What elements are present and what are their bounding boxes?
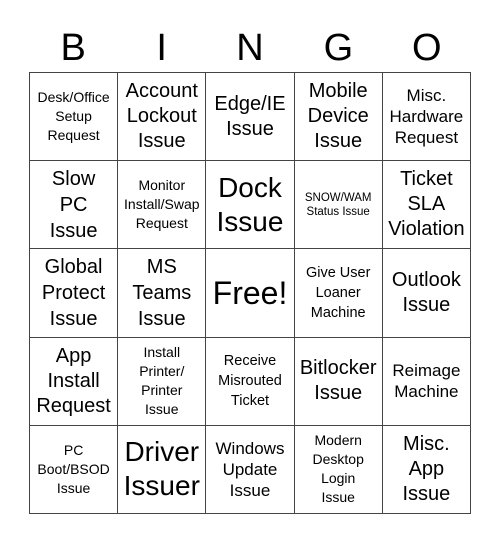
bingo-cell-label: Misc. App Issue bbox=[402, 432, 451, 505]
bingo-cell-label: Windows Update Issue bbox=[215, 438, 285, 500]
header-letter-o: O bbox=[412, 27, 442, 69]
bingo-cell-label: PC Boot/BSOD Issue bbox=[37, 441, 110, 496]
bingo-cell-label: MS Teams Issue bbox=[132, 255, 192, 330]
bingo-cell-label: Receive Misrouted Ticket bbox=[218, 353, 282, 410]
bingo-cell-label: Global Protect Issue bbox=[41, 255, 106, 330]
bingo-cell-label: Give User Loaner Machine bbox=[305, 264, 371, 321]
bingo-cell[interactable]: Give User Loaner Machine bbox=[294, 249, 383, 338]
bingo-cell[interactable]: Windows Update Issue bbox=[206, 425, 295, 514]
bingo-cell-label: Install Printer/ Printer Issue bbox=[139, 344, 185, 418]
header-letter-i: I bbox=[156, 27, 167, 69]
bingo-cell[interactable]: Misc. Hardware Request bbox=[382, 73, 471, 162]
bingo-cell[interactable]: Modern Desktop Login Issue bbox=[294, 425, 383, 514]
bingo-cell[interactable]: Bitlocker Issue bbox=[294, 337, 383, 426]
bingo-cell-label: Slow PC Issue bbox=[49, 167, 98, 242]
bingo-cell[interactable]: SNOW/WAM Status Issue bbox=[294, 161, 383, 250]
bingo-cell[interactable]: Reimage Machine bbox=[382, 337, 471, 426]
bingo-cell-free[interactable]: Free! bbox=[206, 249, 295, 338]
bingo-cell-label: Mobile Device Issue bbox=[307, 80, 369, 153]
bingo-cell[interactable]: Install Printer/ Printer Issue bbox=[118, 337, 207, 426]
bingo-cell[interactable]: Account Lockout Issue bbox=[118, 73, 207, 162]
bingo-cell[interactable]: Monitor Install/Swap Request bbox=[118, 161, 207, 250]
bingo-cell[interactable]: App Install Request bbox=[30, 337, 119, 426]
bingo-cell[interactable]: MS Teams Issue bbox=[118, 249, 207, 338]
bingo-cell[interactable]: Outlook Issue bbox=[382, 249, 471, 338]
bingo-cell-label: Bitlocker Issue bbox=[299, 357, 377, 405]
bingo-grid: Desk/Office Setup Request Account Lockout… bbox=[29, 72, 471, 514]
bingo-cell[interactable]: Mobile Device Issue bbox=[294, 73, 383, 162]
bingo-cell-label: Misc. Hardware Request bbox=[389, 86, 464, 148]
bingo-cell[interactable]: Dock Issue bbox=[206, 161, 295, 250]
bingo-cell-label: SNOW/WAM Status Issue bbox=[304, 191, 372, 218]
bingo-cell[interactable]: Misc. App Issue bbox=[382, 425, 471, 514]
bingo-cell-label: Dock Issue bbox=[216, 171, 284, 237]
bingo-cell-label: Reimage Machine bbox=[392, 361, 461, 402]
bingo-cell-label: Desk/Office Setup Request bbox=[37, 89, 110, 144]
bingo-cell-label: App Install Request bbox=[36, 344, 111, 417]
bingo-cell-label: Ticket SLA Violation bbox=[388, 168, 465, 241]
bingo-cell[interactable]: PC Boot/BSOD Issue bbox=[30, 425, 119, 514]
bingo-cell-label: Outlook Issue bbox=[391, 268, 461, 316]
header-letter-b: B bbox=[60, 27, 86, 69]
bingo-cell-label: Account Lockout Issue bbox=[125, 80, 198, 153]
bingo-cell[interactable]: Driver Issuer bbox=[118, 425, 207, 514]
bingo-cell[interactable]: Slow PC Issue bbox=[30, 161, 119, 250]
header-letter-n: N bbox=[236, 27, 264, 69]
bingo-header: B I N G O bbox=[29, 24, 471, 72]
bingo-cell-label: Driver Issuer bbox=[123, 436, 200, 502]
bingo-cell[interactable]: Ticket SLA Violation bbox=[382, 161, 471, 250]
bingo-cell[interactable]: Global Protect Issue bbox=[30, 249, 119, 338]
bingo-cell[interactable]: Desk/Office Setup Request bbox=[30, 73, 119, 162]
bingo-cell-label: Modern Desktop Login Issue bbox=[312, 432, 364, 506]
bingo-cell-label: Monitor Install/Swap Request bbox=[124, 177, 200, 232]
bingo-cell-label: Edge/IE Issue bbox=[214, 92, 286, 140]
bingo-cell[interactable]: Edge/IE Issue bbox=[206, 73, 295, 162]
bingo-cell-label: Free! bbox=[212, 274, 288, 311]
header-letter-g: G bbox=[323, 27, 354, 69]
bingo-cell[interactable]: Receive Misrouted Ticket bbox=[206, 337, 295, 426]
